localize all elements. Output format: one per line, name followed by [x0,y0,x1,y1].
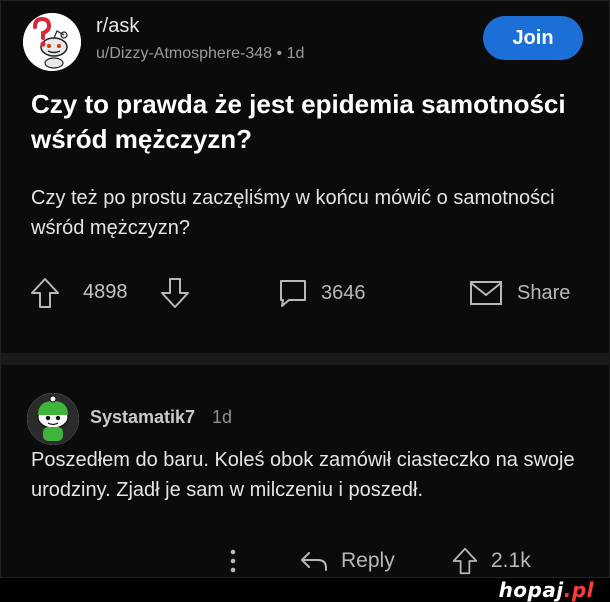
comment-vote-count: 2.1k [491,549,531,572]
watermark-name: hopaj [498,578,564,602]
user-avatar[interactable] [27,393,79,445]
meta-separator: • [276,45,287,62]
reply-button[interactable]: Reply [299,543,395,579]
reply-arrow-icon [299,549,329,573]
comment-bubble-icon [277,277,309,309]
section-divider [1,353,610,365]
comment-username[interactable]: Systamatik7 [90,407,195,428]
reply-label: Reply [341,549,395,572]
snoo-green-icon [27,393,79,445]
vertical-dots-icon [230,549,236,573]
downvote-arrow-icon [161,278,189,308]
comment: Systamatik7 1d Poszedłem do baru. Koleś … [23,389,593,579]
upvote-button[interactable] [29,275,61,311]
watermark-tld: .pl [563,578,594,602]
post-screen: r/ask u/Dizzy-Atmosphere-348 • 1d Join C… [0,0,610,578]
post-vote-count: 4898 [83,281,128,303]
post-action-bar: 4898 3646 Share [29,275,589,311]
share-label: Share [517,281,571,304]
upvote-arrow-icon [31,278,59,308]
subreddit-name[interactable]: r/ask [96,15,139,38]
post-author[interactable]: u/Dizzy-Atmosphere-348 [96,45,272,62]
subreddit-avatar[interactable] [23,13,81,71]
snoo-question-icon [23,13,81,71]
site-watermark: hopaj.pl [499,578,594,602]
comment-action-bar: Reply 2.1k [223,543,583,579]
comment-text: Poszedłem do baru. Koleś obok zamówił ci… [31,449,575,501]
envelope-icon [469,279,503,307]
post-meta: u/Dizzy-Atmosphere-348 • 1d [96,45,304,63]
comment-age: 1d [212,407,233,427]
post-header: r/ask u/Dizzy-Atmosphere-348 • 1d Join [23,13,593,71]
comments-button[interactable]: 3646 [277,275,366,311]
upvote-arrow-icon [451,546,479,576]
downvote-button[interactable] [159,275,191,311]
more-options-button[interactable] [223,543,243,579]
join-button[interactable]: Join [483,16,583,60]
share-button[interactable]: Share [469,275,570,311]
post-body: Czy też po prostu zaczęliśmy w końcu mów… [31,187,555,239]
post-age: 1d [286,45,305,62]
comment-upvote-button[interactable]: 2.1k [451,543,531,579]
post-title: Czy to prawda że jest epidemia samotnośc… [31,89,566,154]
comment-count: 3646 [321,281,366,304]
